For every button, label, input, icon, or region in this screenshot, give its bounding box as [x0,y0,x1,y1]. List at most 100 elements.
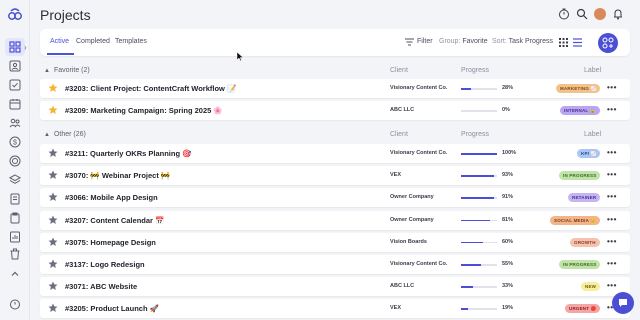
star-icon[interactable] [48,105,58,115]
star-icon[interactable] [48,237,58,247]
label-badge[interactable]: SOCIAL MEDIA 😊 [550,215,601,225]
project-row[interactable]: #3066: Mobile App Design Owner Company 91%… [40,188,630,208]
more-icon[interactable]: ••• [607,105,617,114]
group-by-control[interactable]: Group: Favorite [439,38,488,45]
timer-icon[interactable] [558,8,570,20]
contacts-icon[interactable] [9,60,21,72]
project-row[interactable]: #3071: ABC Website ABC LLC 33% NEW ••• [40,277,630,297]
dollar-icon[interactable]: $ [9,136,21,148]
tab-templates[interactable]: Templates [115,38,147,45]
project-title[interactable]: #3211: Quarterly OKRs Planning 🎯 [65,149,191,158]
star-icon[interactable] [48,148,58,158]
progress-percent: 33% [502,283,514,290]
project-row[interactable]: #3070: 🚧 Webinar Project 🚧 VEX 93% IN PROGR… [40,166,630,186]
more-icon[interactable]: ••• [607,281,617,290]
label-badge[interactable]: IN PROGRESS [559,260,601,269]
client-name: Owner Company [390,194,434,201]
chat-icon [619,299,627,307]
label-badge[interactable]: NEW [581,282,601,292]
search-icon[interactable] [576,8,588,20]
star-icon[interactable] [48,192,58,202]
trash-icon[interactable] [9,248,21,260]
star-icon[interactable] [48,303,58,313]
mouse-cursor-icon [237,52,244,61]
progress-percent: 28% [502,85,514,91]
project-title[interactable]: #3203: Client Project: ContentCraft Work… [65,84,236,93]
more-icon[interactable]: ••• [607,83,617,92]
client-name: ABC LLC [390,107,415,113]
label-badge[interactable]: IN PROGRESS [559,171,601,181]
chevron-up-icon[interactable] [9,268,21,280]
filter-icon[interactable] [405,38,414,46]
more-icon[interactable]: ••• [607,148,617,157]
project-title[interactable]: #3066: Mobile App Design [65,193,158,202]
star-icon[interactable] [48,83,58,93]
avatar[interactable] [594,8,606,20]
more-icon[interactable]: ••• [607,192,617,201]
project-title[interactable]: #3137: Logo Redesign [65,260,145,269]
star-icon[interactable] [48,215,58,225]
label-badge[interactable]: MARKETING 📈 [556,84,601,93]
group-prefix: Group: [439,38,461,45]
label-badge[interactable]: GROWTH [570,237,600,247]
progress-bar [461,286,497,288]
project-title[interactable]: #3071: ABC Website [65,282,137,291]
reports-icon[interactable] [9,231,21,243]
sort-control[interactable]: Sort: Task Progress [492,38,553,45]
grid-view-icon[interactable] [559,38,568,47]
bell-icon[interactable] [612,8,624,20]
project-title[interactable]: #3205: Product Launch 🚀 [65,304,159,313]
group-name: ▲ Other (26) [44,131,86,138]
more-icon[interactable]: ••• [607,215,617,224]
chat-button[interactable] [612,292,634,314]
clipboard-icon[interactable] [9,212,21,224]
more-icon[interactable]: ••• [607,237,617,246]
filter-button[interactable]: Filter [417,38,433,45]
project-title[interactable]: #3075: Homepage Design [65,238,156,247]
add-project-button[interactable] [598,33,618,53]
document-icon[interactable] [9,193,21,205]
more-icon[interactable]: ••• [607,259,617,268]
target-icon[interactable] [9,155,21,167]
client-name: Visionary Content Co. [390,85,448,91]
sidebar-item-projects[interactable] [5,38,25,56]
tab-completed[interactable]: Completed [76,38,110,45]
group-header-favorite[interactable]: ▲ Favorite (2) Client Progress Label [40,64,630,78]
project-title[interactable]: #3209: Marketing Campaign: Spring 2025 🌸 [65,106,223,115]
progress-bar [461,88,497,90]
progress-fill [461,264,481,266]
layers-icon[interactable] [9,174,21,186]
label-badge[interactable]: RETAINER [568,193,601,203]
project-row[interactable]: #3209: Marketing Campaign: Spring 2025 🌸… [40,101,630,120]
client-name: VEX [390,305,402,312]
tab-active[interactable]: Active [50,38,69,45]
project-title[interactable]: #3070: 🚧 Webinar Project 🚧 [65,171,170,180]
project-row[interactable]: #3203: Client Project: ContentCraft Work… [40,79,630,98]
project-title[interactable]: #3207: Content Calendar 📅 [65,216,164,225]
list-view-icon[interactable] [573,38,582,47]
label-badge[interactable]: KPI 📈 [577,149,601,158]
project-row[interactable]: #3075: Homepage Design Vision Boards 60% GR… [40,232,630,252]
project-row[interactable]: #3205: Product Launch 🚀 VEX 19% URGENT 🔴 ••• [40,299,630,319]
progress-fill [461,197,494,199]
logo-icon[interactable] [7,6,23,22]
project-row[interactable]: #3211: Quarterly OKRs Planning 🎯 Visionar… [40,144,630,163]
star-icon[interactable] [48,170,58,180]
client-name: Visionary Content Co. [390,150,448,156]
label-badge[interactable]: URGENT 🔴 [565,304,601,314]
project-row[interactable]: #3207: Content Calendar 📅 Owner Company 81… [40,210,630,230]
calendar-icon[interactable] [9,98,21,110]
progress-percent: 81% [502,216,514,223]
tasks-icon[interactable] [9,79,21,91]
more-icon[interactable]: ••• [607,170,617,179]
timer-sidebar-icon[interactable] [9,298,21,310]
sidebar-expand-icon[interactable]: › [24,43,27,52]
label-badge[interactable]: INTERNAL 🔒 [560,106,600,115]
star-icon[interactable] [48,281,58,291]
progress-percent: 93% [502,172,514,179]
team-icon[interactable] [9,117,21,129]
star-icon[interactable] [48,259,58,269]
group-header-other[interactable]: ▲ Other (26) Client Progress Label [40,128,630,142]
client-name: VEX [390,172,402,179]
project-row[interactable]: #3137: Logo Redesign Visionary Content Co… [40,255,630,274]
